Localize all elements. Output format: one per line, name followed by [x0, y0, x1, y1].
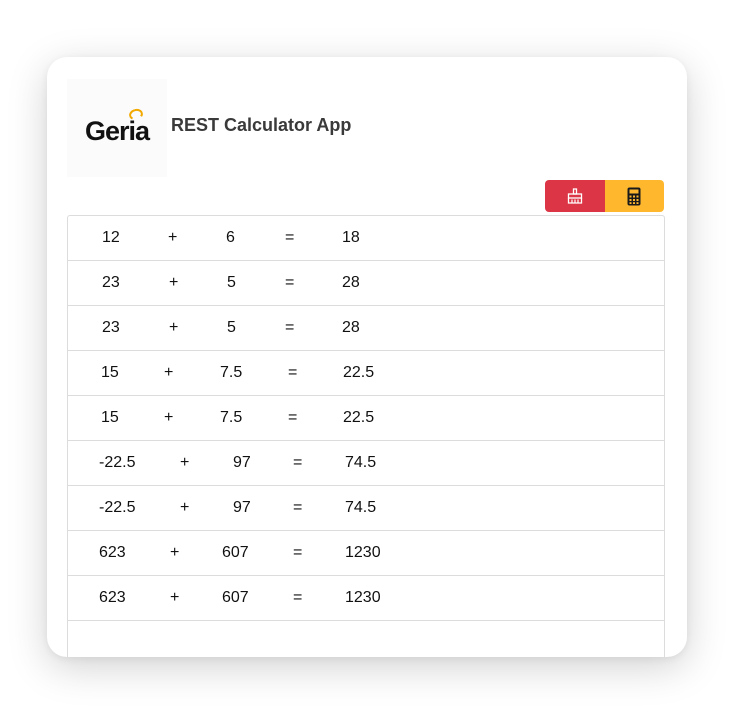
- result: 22.5: [343, 364, 375, 381]
- toolbar: [545, 180, 664, 212]
- operand-a: -22.5: [99, 454, 136, 471]
- broom-icon: [567, 188, 582, 204]
- equals-sign: =: [285, 274, 295, 291]
- table-row: 15 + 7.5 = 22.5: [68, 396, 664, 441]
- equals-sign: =: [293, 544, 303, 561]
- result: 28: [342, 274, 360, 291]
- operator: +: [164, 364, 174, 381]
- operand-a: 23: [102, 319, 120, 336]
- operand-b: 7.5: [220, 409, 243, 426]
- operand-a: 15: [101, 409, 119, 426]
- operand-b: 5: [227, 274, 236, 291]
- result: 28: [342, 319, 360, 336]
- operand-a: 623: [99, 544, 126, 561]
- operator: +: [169, 274, 179, 291]
- operand-a: -22.5: [99, 499, 136, 516]
- equals-sign: =: [293, 589, 303, 606]
- logo: Geria: [67, 79, 167, 177]
- operator: +: [169, 319, 179, 336]
- equals-sign: =: [285, 319, 295, 336]
- operand-b: 97: [233, 499, 251, 516]
- equals-sign: =: [285, 229, 295, 246]
- result: 74.5: [345, 499, 377, 516]
- operand-b: 97: [233, 454, 251, 471]
- equals-sign: =: [293, 499, 303, 516]
- result: 74.5: [345, 454, 377, 471]
- operand-b: 7.5: [220, 364, 243, 381]
- calculator-icon: [627, 187, 641, 205]
- app-card: Geria REST Calculator App 12 + 6 = 18 23…: [47, 57, 687, 657]
- table-row: 23 + 5 = 28: [68, 306, 664, 351]
- equals-sign: =: [288, 364, 298, 381]
- app-title: REST Calculator App: [171, 115, 352, 135]
- table-row: 23 + 5 = 28: [68, 261, 664, 306]
- result: 18: [342, 229, 360, 246]
- table-row: -22.5 + 97 = 74.5: [68, 486, 664, 531]
- table-row-partial: [68, 621, 664, 657]
- table-row: 15 + 7.5 = 22.5: [68, 351, 664, 396]
- operand-a: 23: [102, 274, 120, 291]
- operand-a: 623: [99, 589, 126, 606]
- operator: +: [168, 229, 178, 246]
- operand-b: 5: [227, 319, 236, 336]
- result: 1230: [345, 589, 381, 606]
- calculator-button[interactable]: [604, 180, 664, 212]
- operator: +: [164, 409, 174, 426]
- operand-b: 607: [222, 544, 249, 561]
- history-table[interactable]: 12 + 6 = 18 23 + 5 = 28 23 + 5 = 28 15 +…: [67, 215, 665, 657]
- table-row: 12 + 6 = 18: [68, 216, 664, 261]
- clear-history-button[interactable]: [545, 180, 605, 212]
- operator: +: [170, 589, 180, 606]
- operand-a: 15: [101, 364, 119, 381]
- table-row: 623 + 607 = 1230: [68, 531, 664, 576]
- table-row: -22.5 + 97 = 74.5: [68, 441, 664, 486]
- operand-b: 6: [226, 229, 235, 246]
- operand-a: 12: [102, 229, 120, 246]
- equals-sign: =: [293, 454, 303, 471]
- result: 1230: [345, 544, 381, 561]
- operator: +: [180, 499, 190, 516]
- logo-text: Geria: [84, 115, 150, 146]
- operand-b: 607: [222, 589, 249, 606]
- table-row: 623 + 607 = 1230: [68, 576, 664, 621]
- operator: +: [170, 544, 180, 561]
- result: 22.5: [343, 409, 375, 426]
- equals-sign: =: [288, 409, 298, 426]
- operator: +: [180, 454, 190, 471]
